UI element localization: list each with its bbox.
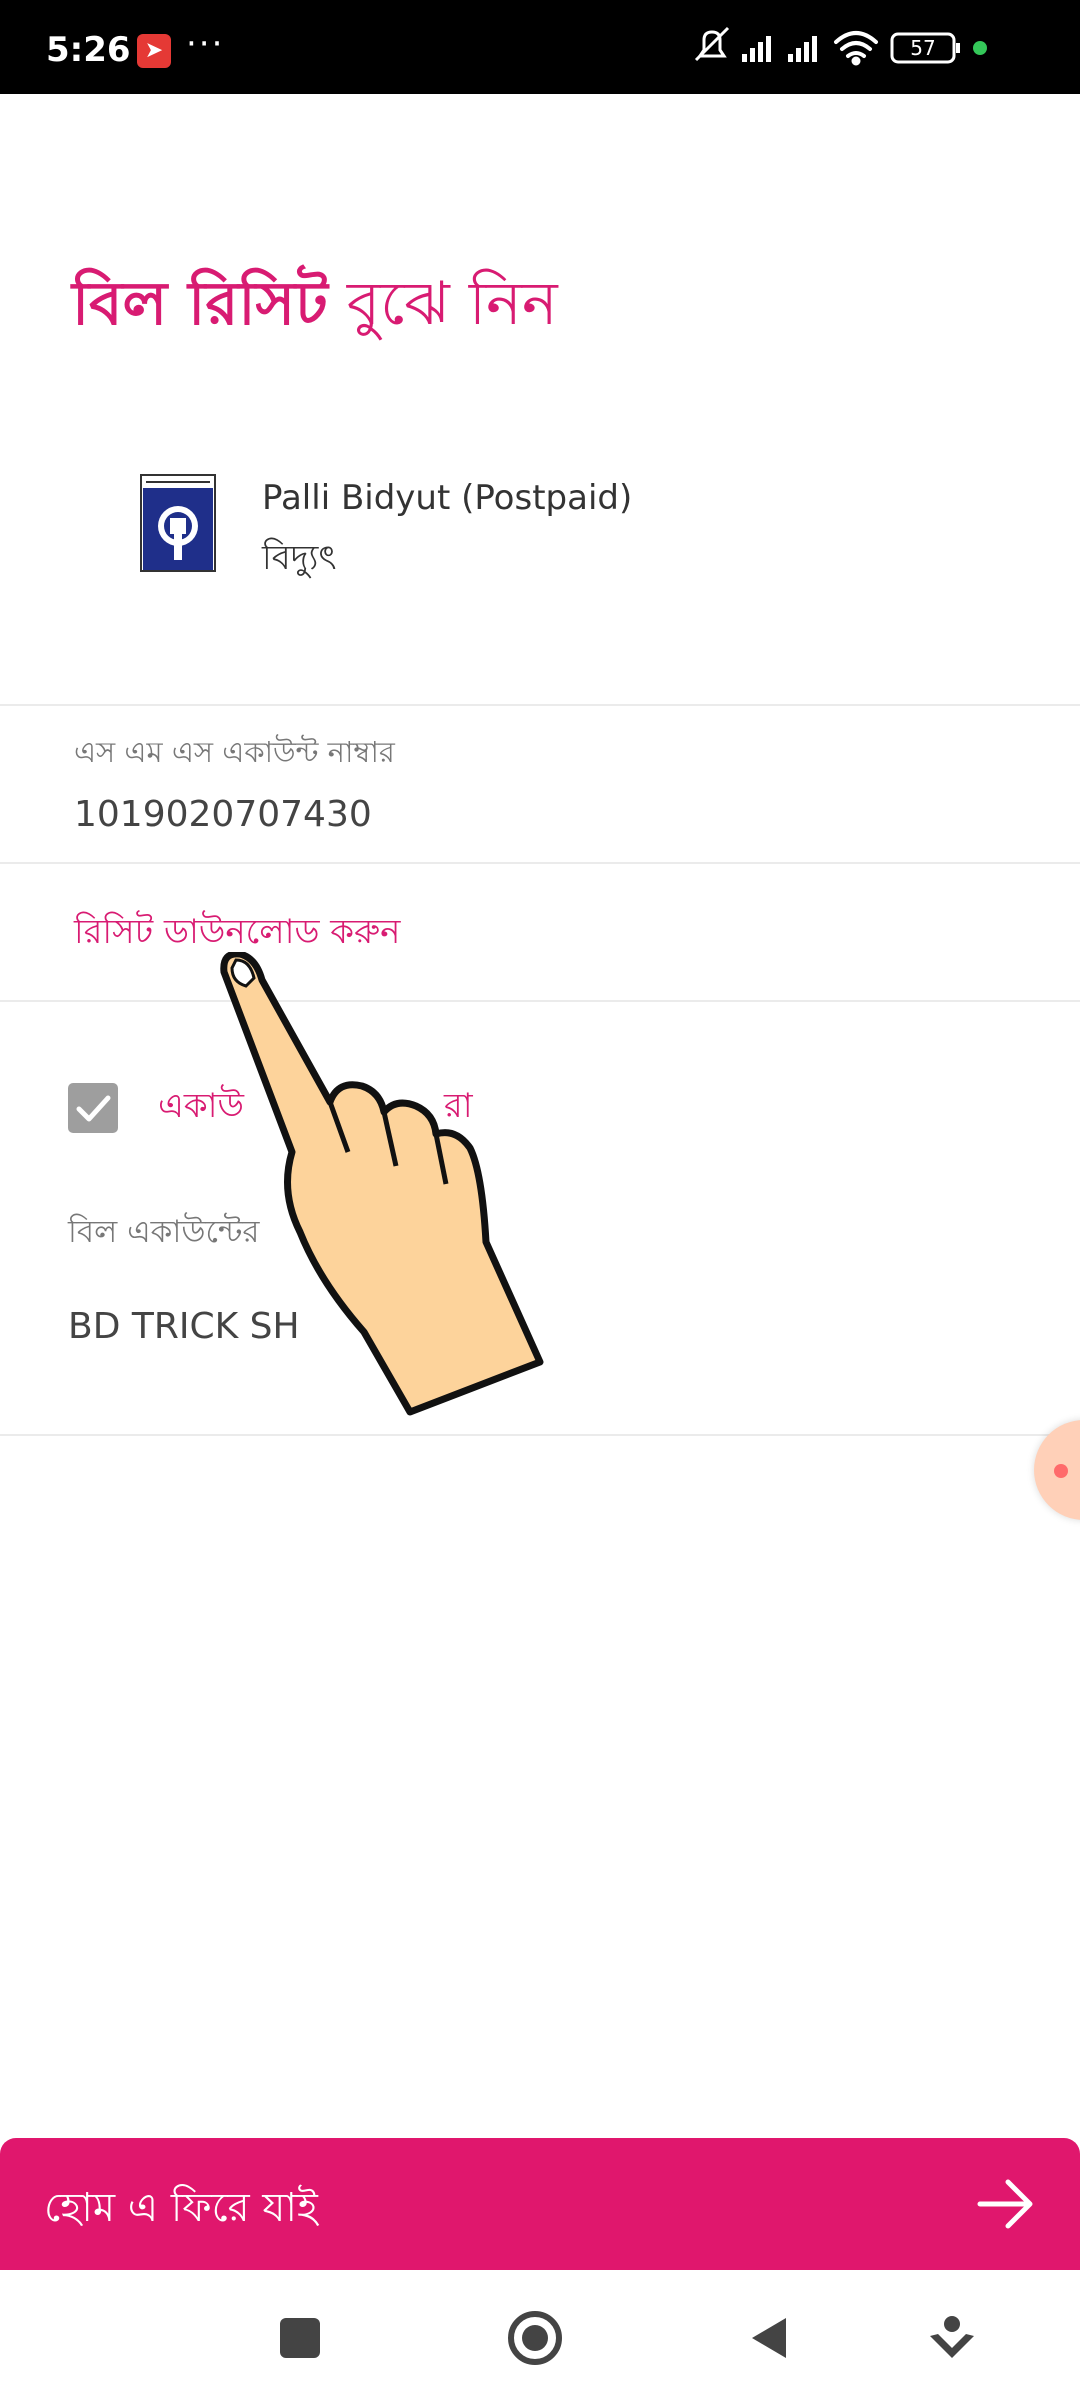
home-button-label: হোম এ ফিরে যাই	[44, 2185, 318, 2231]
divider	[0, 1434, 1080, 1436]
home-button[interactable]: হোম এ ফিরে যাই	[0, 2138, 1080, 2270]
battery-icon: 57	[890, 32, 960, 64]
app-notification-icon: ➤	[137, 34, 171, 68]
wifi-icon	[834, 31, 878, 66]
biller-category: বিদ্যুৎ	[262, 538, 337, 578]
page-title: বিল রিসিট বুঝে নিন	[72, 269, 558, 339]
account-number-value: 1019020707430	[74, 794, 372, 835]
signal-icon	[788, 36, 817, 62]
mute-icon	[694, 26, 730, 62]
assistant-nav-button[interactable]	[922, 2308, 982, 2368]
back-nav-button[interactable]	[740, 2308, 800, 2368]
privacy-indicator-icon	[973, 41, 987, 55]
biller-name: Palli Bidyut (Postpaid)	[262, 478, 633, 518]
pointing-hand-icon	[220, 950, 560, 1422]
arrow-right-icon	[976, 2178, 1036, 2234]
system-nav-bar	[0, 2270, 1080, 2400]
bubble-dot-icon	[1054, 1464, 1068, 1478]
home-nav-button[interactable]	[505, 2308, 565, 2368]
account-number-label: এস এম এস একাউন্ট নাম্বার	[74, 735, 395, 769]
status-time: 5:26	[46, 30, 131, 70]
divider	[0, 862, 1080, 864]
battery-level: 57	[910, 36, 935, 60]
divider	[0, 704, 1080, 706]
save-account-checkbox[interactable]	[68, 1083, 118, 1133]
status-bar: 5:26 ➤ ··· 57	[0, 0, 1080, 94]
palli-bidyut-logo-icon	[140, 474, 216, 572]
signal-icon	[742, 36, 771, 62]
recent-apps-button[interactable]	[270, 2308, 330, 2368]
more-notifications-icon: ···	[186, 24, 225, 64]
status-icons: 57	[690, 22, 1050, 72]
